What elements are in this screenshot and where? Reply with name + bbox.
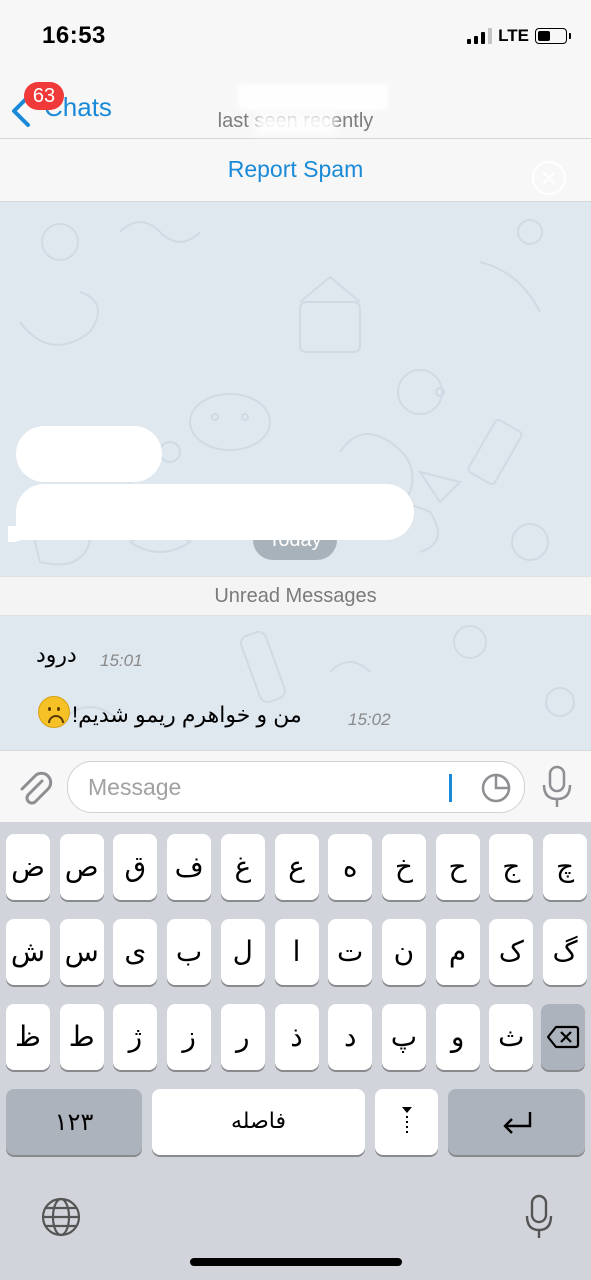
home-indicator[interactable] <box>190 1258 402 1266</box>
key-letter[interactable]: ش <box>6 919 50 985</box>
network-label: LTE <box>498 26 529 45</box>
key-letter[interactable]: ل <box>220 919 265 985</box>
unread-badge: 63 <box>24 82 64 110</box>
space-key[interactable]: فاصله <box>152 1089 365 1155</box>
key-letter[interactable]: ج <box>489 834 534 900</box>
key-letter[interactable]: م <box>435 919 480 985</box>
message-composer: Message <box>0 750 591 823</box>
chat-header: Chats 63 last seen recently <box>0 72 591 139</box>
dictation-microphone-icon[interactable] <box>524 1194 554 1245</box>
numbers-key[interactable]: ۱۲۳ <box>6 1089 142 1155</box>
contact-name-redacted[interactable] <box>238 84 388 110</box>
battery-icon <box>535 28 571 44</box>
key-letter[interactable]: ی <box>113 919 158 985</box>
punctuation-icon <box>401 1107 412 1136</box>
key-letter[interactable]: س <box>59 919 104 985</box>
message-bubble[interactable] <box>16 484 414 540</box>
globe-icon[interactable] <box>40 1196 82 1243</box>
message-placeholder: Message <box>88 774 182 800</box>
key-letter[interactable]: ت <box>328 919 373 985</box>
persian-keyboard: ض ص ق ف غ ع ه خ ح ج چ ش س ی ب ل ا ت ن م ک گ ظ ط ژ ز ر ذ د پ و ث ۱۲۳ فاصله <box>0 822 591 1280</box>
key-letter[interactable]: ث <box>489 1004 534 1070</box>
key-letter[interactable]: ذ <box>274 1004 319 1070</box>
status-redaction <box>255 114 335 134</box>
key-letter[interactable]: ص <box>59 834 104 900</box>
key-letter[interactable]: و <box>435 1004 480 1070</box>
key-letter[interactable]: ق <box>113 834 158 900</box>
key-letter[interactable]: گ <box>543 919 587 985</box>
key-letter[interactable]: ظ <box>6 1004 50 1070</box>
key-letter[interactable]: ا <box>274 919 319 985</box>
status-indicators: LTE <box>467 26 571 46</box>
message-bubble[interactable] <box>16 426 162 482</box>
message-text: درود <box>36 642 77 667</box>
key-letter[interactable]: ن <box>381 919 426 985</box>
status-bar: 16:53 LTE <box>0 0 591 72</box>
key-letter[interactable]: ع <box>274 834 319 900</box>
return-key[interactable] <box>448 1089 585 1155</box>
paperclip-icon[interactable] <box>14 769 54 809</box>
key-letter[interactable]: ف <box>167 834 212 900</box>
report-spam-bar: Report Spam <box>0 139 591 202</box>
return-icon <box>502 1112 531 1134</box>
key-letter[interactable]: ر <box>220 1004 265 1070</box>
key-letter[interactable]: ب <box>167 919 212 985</box>
close-icon[interactable] <box>532 161 566 195</box>
status-time: 16:53 <box>42 22 106 49</box>
backspace-key[interactable] <box>541 1004 585 1070</box>
key-letter[interactable]: چ <box>543 834 587 900</box>
key-letter[interactable]: ح <box>435 834 480 900</box>
key-letter[interactable]: ه <box>328 834 373 900</box>
backspace-icon <box>546 1025 580 1049</box>
key-letter[interactable]: خ <box>381 834 426 900</box>
key-letter[interactable]: ک <box>489 919 534 985</box>
signal-icon <box>467 28 493 44</box>
message-input[interactable]: Message <box>67 761 525 813</box>
key-letter[interactable]: د <box>328 1004 373 1070</box>
message-time: 15:01 <box>100 651 143 670</box>
key-letter[interactable]: ض <box>6 834 50 900</box>
message-time: 15:02 <box>348 710 391 729</box>
report-spam-button[interactable]: Report Spam <box>0 156 591 183</box>
message-text: من و خواهرم ریمو شدیم! <box>72 702 302 727</box>
unread-divider: Unread Messages <box>0 576 591 616</box>
key-letter[interactable]: پ <box>381 1004 426 1070</box>
key-letter[interactable]: ز <box>167 1004 212 1070</box>
text-cursor <box>449 774 452 802</box>
key-letter[interactable]: ط <box>59 1004 104 1070</box>
sticker-icon[interactable] <box>480 772 512 804</box>
key-letter[interactable]: ژ <box>113 1004 158 1070</box>
microphone-icon[interactable] <box>540 765 574 809</box>
frowning-face-icon <box>38 696 70 728</box>
punctuation-key[interactable] <box>375 1089 438 1155</box>
key-letter[interactable]: غ <box>220 834 265 900</box>
